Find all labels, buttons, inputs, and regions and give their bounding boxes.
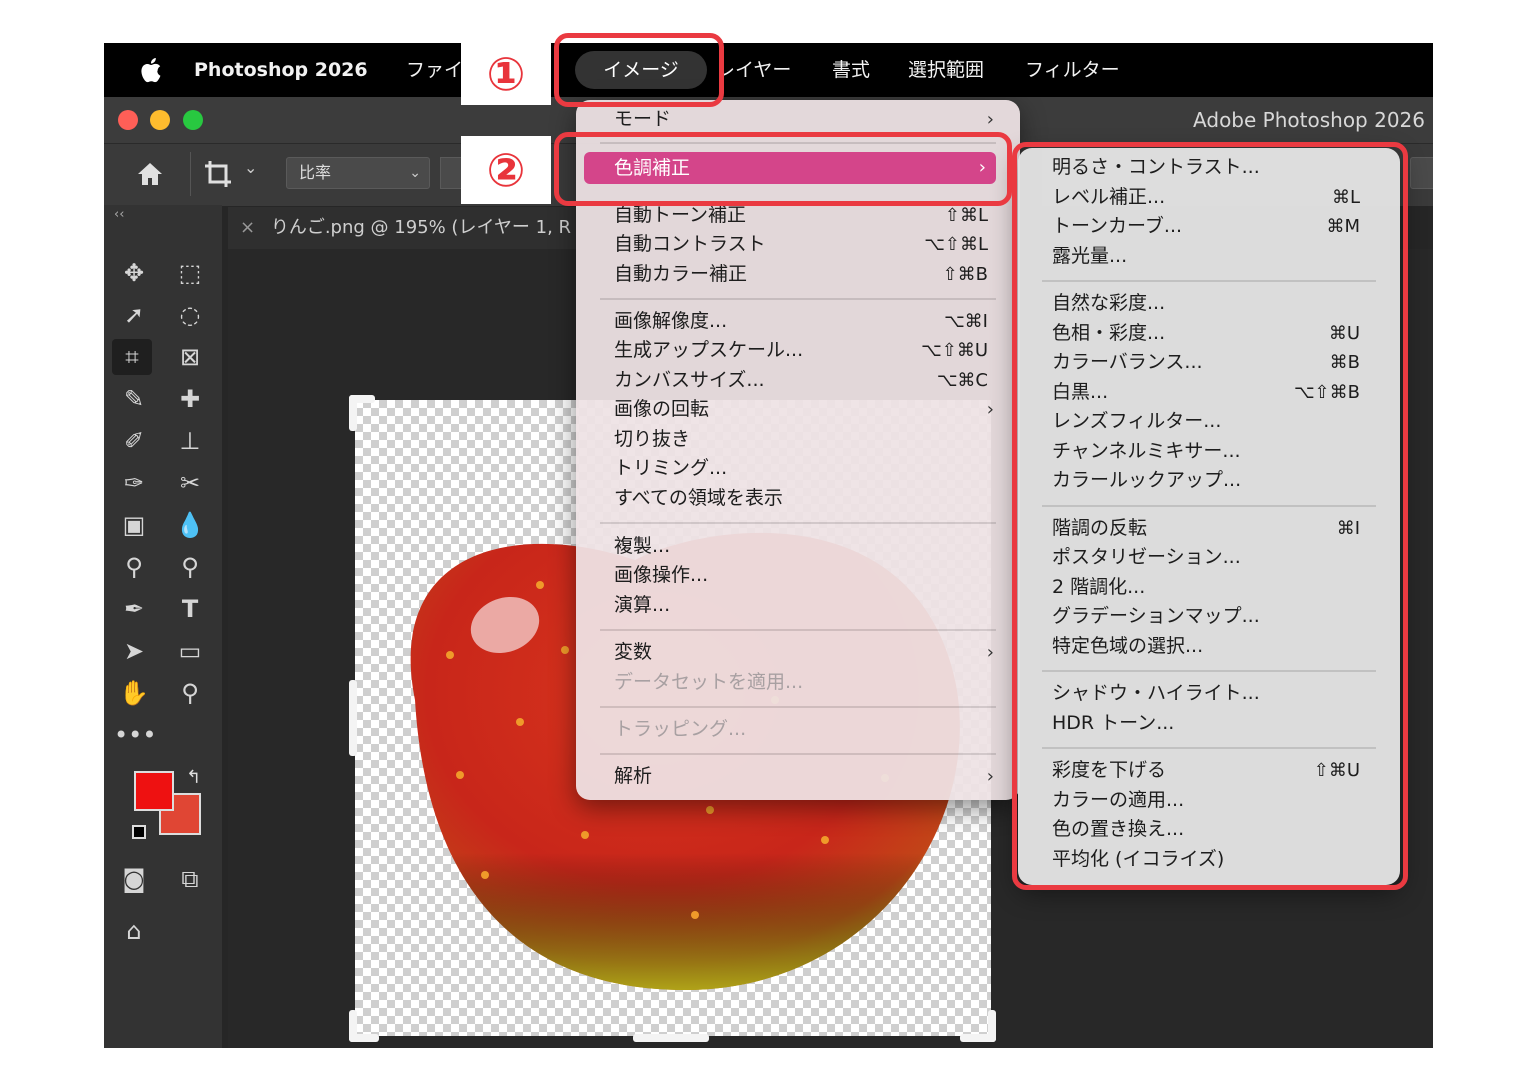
chevron-down-icon[interactable]: ⌄ [244, 158, 257, 177]
document-tab[interactable]: × りんご.png @ 195% (レイヤー 1, R [228, 207, 588, 249]
rectangle-tool-icon[interactable]: ▭ [170, 633, 210, 669]
hand-tool-icon[interactable]: ✋ [114, 675, 154, 711]
zoom-tool-icon[interactable]: ⚲ [170, 675, 210, 711]
home-icon[interactable] [136, 160, 164, 188]
chevron-right-icon: › [986, 642, 994, 663]
menu-separator [600, 298, 996, 300]
type-tool-icon[interactable]: T [170, 591, 210, 627]
highlight-frame-image-menu [554, 33, 724, 107]
menu-item-image-rotation[interactable]: 画像の回転 › [576, 395, 1020, 424]
macos-menu-bar: Photoshop 2026 ファイ イメージ レイヤー 書式 選択範囲 フィル… [104, 43, 1433, 97]
menu-item-apply-data-set: データセットを適用... [614, 671, 804, 693]
chevron-down-icon: ⌄ [409, 165, 421, 181]
highlight-frame-adjustments [554, 132, 1012, 206]
menu-item-image-size[interactable]: 画像解像度... ⌥⌘I [576, 307, 1020, 336]
eraser-tool-icon[interactable]: ✂ [170, 465, 210, 501]
crop-tool-icon[interactable]: ⌗ [112, 339, 152, 375]
eyedropper-tool-icon[interactable]: ✎ [114, 381, 154, 417]
menu-item-analysis[interactable]: 解析 › [576, 762, 1020, 791]
collapse-panel-icon[interactable]: ‹‹ [114, 207, 124, 222]
dodge-tool-icon[interactable]: ⚲ [114, 549, 154, 585]
pen-tool-icon[interactable]: ✒ [114, 591, 154, 627]
menu-item-generative-upscale[interactable]: 生成アップスケール... ⌥⇧⌘U [576, 336, 1020, 365]
toolbox-panel: ‹‹ ✥ ⬚ ➚ ◌ ⌗ ⊠ ✎ ✚ ✐ ⊥ ✑ ✂ ▣ 💧 ⚲ ⚲ ✒ T ➤… [104, 205, 222, 1048]
frame-tool-icon[interactable]: ⊠ [170, 339, 210, 375]
quick-mask-icon[interactable]: ◙ [114, 861, 154, 897]
crop-handle-bottom[interactable] [633, 1034, 709, 1042]
crop-ratio-label: 比率 [299, 163, 332, 182]
step-2-label: ② [461, 136, 551, 204]
foreground-color-swatch[interactable] [134, 771, 174, 811]
sponge-tool-icon[interactable]: ⚲ [170, 549, 210, 585]
gradient-tool-icon[interactable]: ▣ [114, 507, 154, 543]
more-tools-icon[interactable]: ••• [114, 717, 156, 753]
healing-brush-tool-icon[interactable]: ✚ [170, 381, 210, 417]
menu-separator [600, 522, 996, 524]
menu-item-variables[interactable]: 変数 › [576, 638, 1020, 667]
window-title: Adobe Photoshop 2026 [1193, 108, 1425, 132]
minimize-window-button[interactable] [150, 110, 170, 130]
swap-colors-icon[interactable]: ↰ [186, 767, 201, 788]
menu-item-trap: トラッピング... [614, 718, 747, 740]
menu-item-duplicate[interactable]: 複製... [576, 532, 1020, 561]
marquee-tool-icon[interactable]: ⬚ [170, 255, 210, 291]
menu-file[interactable]: ファイ [406, 43, 463, 97]
chevron-right-icon: › [986, 109, 994, 130]
highlight-frame-submenu [1012, 142, 1408, 890]
quick-selection-tool-icon[interactable]: ◌ [170, 297, 210, 333]
menu-item-auto-color[interactable]: 自動カラー補正 ⇧⌘B [576, 260, 1020, 289]
chevron-right-icon: › [986, 766, 994, 787]
close-window-button[interactable] [118, 110, 138, 130]
move-tool-icon[interactable]: ✥ [114, 255, 154, 291]
zoom-window-button[interactable] [183, 110, 203, 130]
crop-ratio-select[interactable]: 比率 ⌄ [286, 157, 430, 189]
chevron-right-icon: › [986, 399, 994, 420]
apple-icon[interactable] [138, 56, 162, 84]
crop-handle-bottom-left[interactable] [349, 1034, 379, 1042]
close-tab-icon[interactable]: × [240, 217, 255, 238]
menu-layer[interactable]: レイヤー [716, 43, 791, 97]
menu-item-calculations[interactable]: 演算... [576, 591, 1020, 620]
menu-item-crop[interactable]: 切り抜き [576, 425, 1020, 454]
options-button-partial[interactable] [1410, 157, 1433, 189]
menu-item-auto-contrast[interactable]: 自動コントラスト ⌥⇧⌘L [576, 230, 1020, 259]
lasso-tool-icon[interactable]: ➚ [114, 297, 154, 333]
menu-item-mode[interactable]: モード › [576, 105, 1020, 134]
crop-handle-bottom-right-v[interactable] [988, 1010, 996, 1042]
blur-tool-icon[interactable]: 💧 [170, 507, 210, 543]
crop-tool-icon[interactable] [202, 158, 234, 190]
menu-item-reveal-all[interactable]: すべての領域を表示 [576, 484, 1020, 513]
path-selection-tool-icon[interactable]: ➤ [114, 633, 154, 669]
menu-item-apply-image[interactable]: 画像操作... [576, 561, 1020, 590]
crop-handle-left[interactable] [349, 680, 357, 756]
history-brush-tool-icon[interactable]: ✑ [114, 465, 154, 501]
menu-type[interactable]: 書式 [832, 43, 870, 97]
menu-filter[interactable]: フィルター [1025, 43, 1120, 97]
menu-separator [600, 753, 996, 755]
edit-toolbar-icon[interactable]: ⌂ [114, 913, 154, 949]
crop-handle-top-left-v[interactable] [349, 395, 357, 431]
menu-item-trim[interactable]: トリミング... [576, 454, 1020, 483]
options-divider [190, 152, 191, 196]
document-title: りんご.png @ 195% (レイヤー 1, R [270, 217, 572, 238]
menu-app-name[interactable]: Photoshop 2026 [194, 43, 368, 97]
brush-tool-icon[interactable]: ✐ [114, 423, 154, 459]
screen-mode-icon[interactable]: ⧉ [170, 861, 210, 897]
menu-item-canvas-size[interactable]: カンバスサイズ... ⌥⌘C [576, 366, 1020, 395]
clone-stamp-tool-icon[interactable]: ⊥ [170, 423, 210, 459]
menu-separator [600, 706, 996, 708]
menu-select[interactable]: 選択範囲 [908, 43, 984, 97]
menu-separator [600, 629, 996, 631]
step-1-label: ① [461, 43, 551, 105]
default-colors-icon[interactable] [132, 825, 146, 839]
